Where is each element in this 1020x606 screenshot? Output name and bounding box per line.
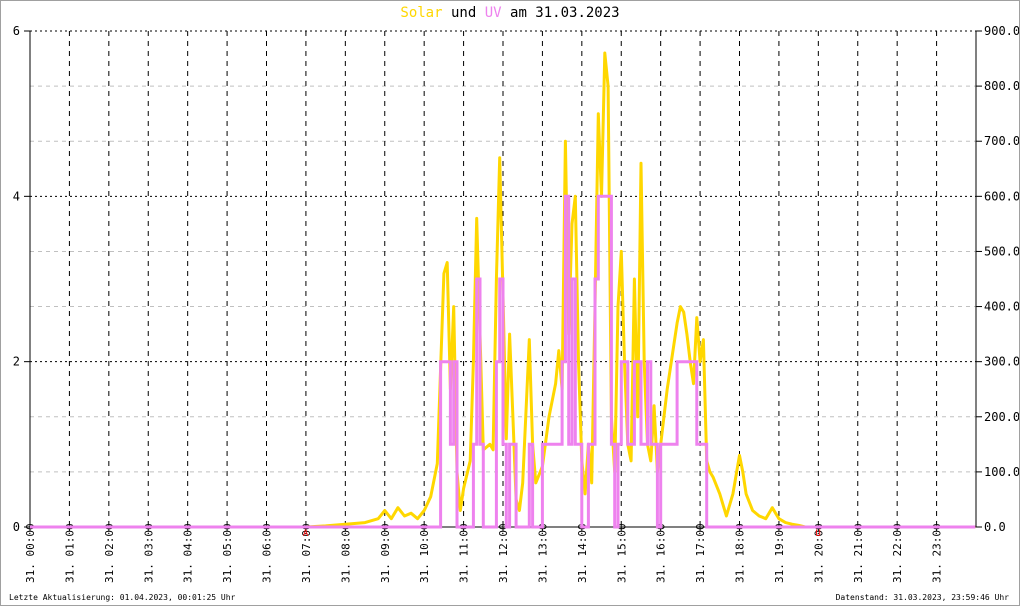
chart-window: Solar und UV am 31.03.2023 0.0 100.0 200.0…	[0, 0, 1020, 606]
right-axis-label: 300.0	[984, 355, 1019, 369]
x-axis-label: 31. 15:00	[615, 523, 628, 583]
data-timestamp-text: Datenstand: 31.03.2023, 23:59:46 Uhr	[835, 593, 1009, 602]
sunset-marker: U	[815, 529, 820, 539]
x-axis-label: 31. 04:00	[182, 523, 195, 583]
right-axis-label: 500.0	[984, 244, 1019, 258]
x-axis-label: 31. 06:00	[261, 523, 274, 583]
x-axis-label: 31. 11:00	[458, 523, 471, 583]
right-axis-label: 800.0	[984, 79, 1019, 93]
right-axis-label: 400.0	[984, 300, 1019, 314]
left-axis-label: 2	[13, 355, 20, 369]
right-axis-label: 0.0	[984, 520, 1006, 534]
x-axis-label: 31. 12:00	[497, 523, 510, 583]
right-axis-label: 200.0	[984, 410, 1019, 424]
x-axis-label: 31. 21:00	[852, 523, 865, 583]
x-axis-label: 31. 13:00	[536, 523, 549, 583]
last-update-text: Letzte Aktualisierung: 01.04.2023, 00:01…	[9, 593, 236, 602]
x-axis-label: 31. 09:00	[379, 523, 392, 583]
right-axis-label: 900.0	[984, 24, 1019, 38]
x-axis-label: 31. 03:00	[142, 523, 155, 583]
right-axis-label: 100.0	[984, 465, 1019, 479]
x-axis-label: 31. 17:00	[694, 523, 707, 583]
solar-uv-chart: 0.0 100.0 200.0 300.0 400.0 500.0 600.0 700.0 80…	[13, 24, 1019, 583]
left-axis-label: 0	[13, 520, 20, 534]
x-axis-label: 31. 14:00	[576, 523, 589, 583]
x-axis-label: 31. 16:00	[655, 523, 668, 583]
x-axis-label: 31. 19:00	[773, 523, 786, 583]
x-axis-label: 31. 08:00	[339, 523, 352, 583]
left-axis-label: 4	[13, 189, 20, 203]
sunrise-marker: A	[303, 529, 309, 539]
right-axis-label: 600.0	[984, 189, 1019, 203]
x-axis-label: 31. 02:00	[103, 523, 116, 583]
x-axis-label: 31. 22:00	[891, 523, 904, 583]
x-axis-label: 31. 01:00	[63, 523, 76, 583]
x-axis-label: 31. 10:00	[418, 523, 431, 583]
x-axis-label: 31. 23:00	[931, 523, 944, 583]
x-axis-label: 31. 18:00	[734, 523, 747, 583]
x-axis-label: 31. 05:00	[221, 523, 234, 583]
right-axis-label: 700.0	[984, 134, 1019, 148]
left-axis-label: 6	[13, 24, 20, 38]
x-axis-label: 31. 00:00	[24, 523, 37, 583]
